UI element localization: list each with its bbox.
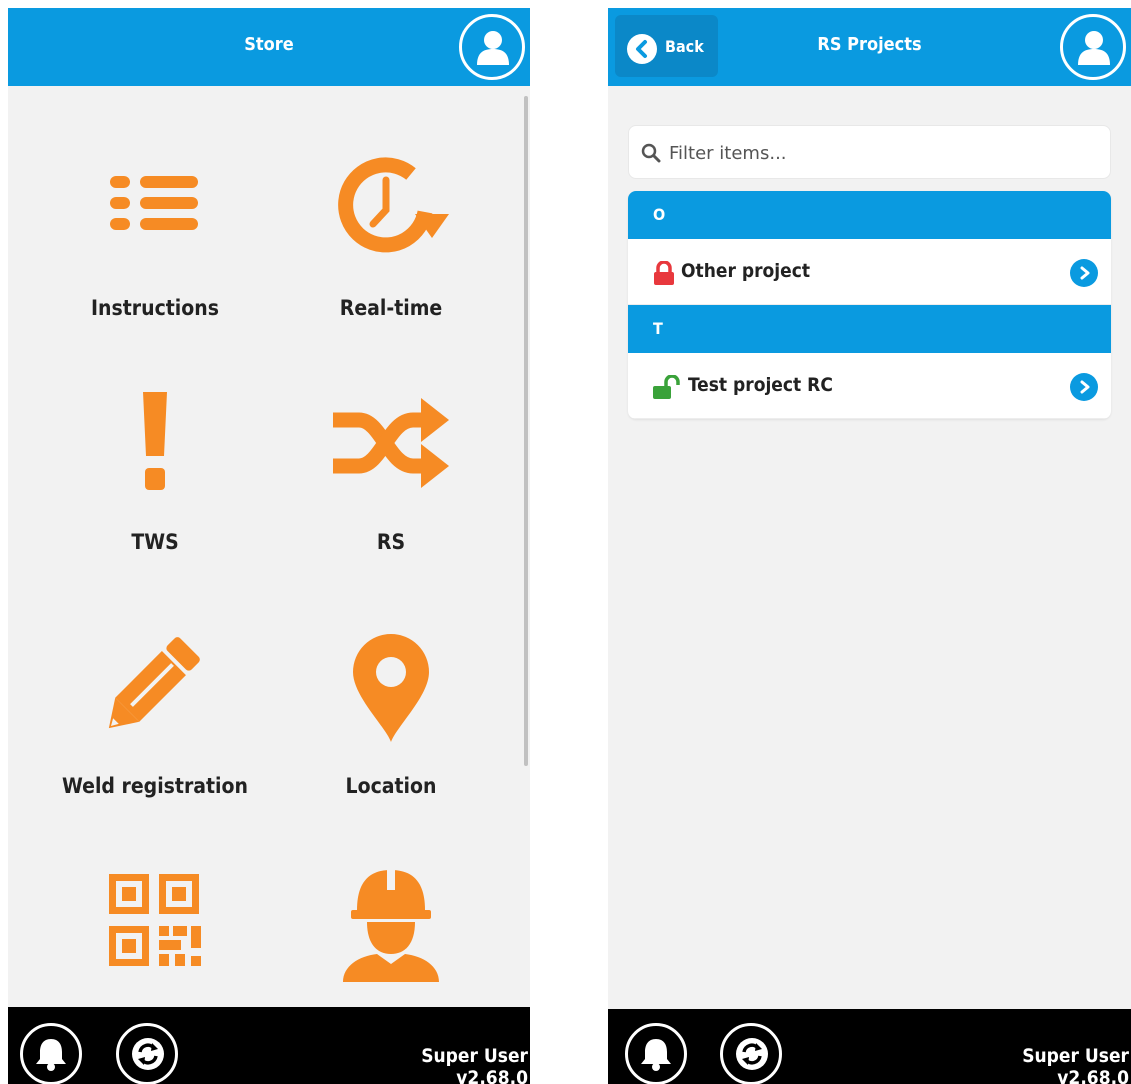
chevron-right-icon [1070,373,1098,401]
user-name: Super User [1022,1045,1129,1067]
refresh-icon [132,1038,164,1070]
page-title: RS Projects [817,34,922,55]
scrollbar[interactable] [524,96,528,766]
header-bar: Back RS Projects [608,8,1131,86]
store-item-weld-registration[interactable]: Weld registration [35,628,275,818]
project-label: Test project RC [688,374,833,396]
worker-helmet-icon [343,868,439,982]
exclamation-icon [143,392,167,490]
project-list: O Other project T Test project RC [628,191,1111,419]
unlocked-icon [653,375,680,399]
sync-button[interactable] [720,1023,782,1084]
pencil-icon [108,637,200,729]
store-item-label: TWS [131,530,179,554]
store-item-rs[interactable]: RS [271,386,511,596]
store-item-real-time[interactable]: Real-time [271,120,511,350]
locked-icon [654,261,674,285]
user-info: Super User v2.68.0 [421,1045,528,1084]
header-bar: Store [8,8,530,86]
footer-bar: Super User v2.68.0 [608,1009,1131,1084]
footer-bar: Super User v2.68.0 [8,1007,530,1084]
project-row-test-project-rc[interactable]: Test project RC [628,353,1111,419]
user-icon [1078,31,1110,65]
store-item-tws[interactable]: TWS [35,386,275,596]
project-row-other-project[interactable]: Other project [628,239,1111,305]
store-screen: Store Instructions Real-time TWS RS Weld… [8,8,530,1084]
store-item-qr-code[interactable] [35,870,275,990]
qr-code-icon [109,874,201,966]
store-item-label: Weld registration [62,774,248,798]
page-title: Store [244,34,294,55]
clock-refresh-icon [338,157,449,253]
list-icon [110,176,198,230]
bell-icon [641,1039,671,1071]
store-item-label: RS [376,530,406,554]
notifications-button[interactable] [20,1023,82,1084]
list-divider-t: T [628,305,1111,353]
sync-button[interactable] [116,1023,178,1084]
bell-icon [36,1039,66,1071]
rs-projects-screen: Back RS Projects O Other project [608,8,1131,1084]
app-version: v2.68.0 [456,1067,528,1084]
store-item-location[interactable]: Location [271,628,511,818]
map-marker-icon [353,634,429,742]
filter-input[interactable] [669,138,1099,168]
filter-box [628,125,1111,179]
refresh-icon [736,1038,768,1070]
store-item-worker[interactable] [271,868,511,990]
search-icon [641,143,661,163]
store-item-label: Location [345,774,437,798]
app-version: v2.68.0 [1057,1067,1129,1084]
user-profile-button[interactable] [1060,14,1126,80]
user-icon [477,31,509,65]
notifications-button[interactable] [625,1023,687,1084]
shuffle-icon [333,398,449,488]
user-name: Super User [421,1045,528,1067]
store-item-instructions[interactable]: Instructions [35,120,275,350]
list-divider-o: O [628,191,1111,239]
store-item-label: Instructions [91,296,219,320]
user-info: Super User v2.68.0 [1022,1045,1129,1084]
chevron-right-icon [1070,259,1098,287]
store-item-label: Real-time [339,296,443,320]
user-profile-button[interactable] [459,14,525,80]
project-label: Other project [681,260,811,282]
